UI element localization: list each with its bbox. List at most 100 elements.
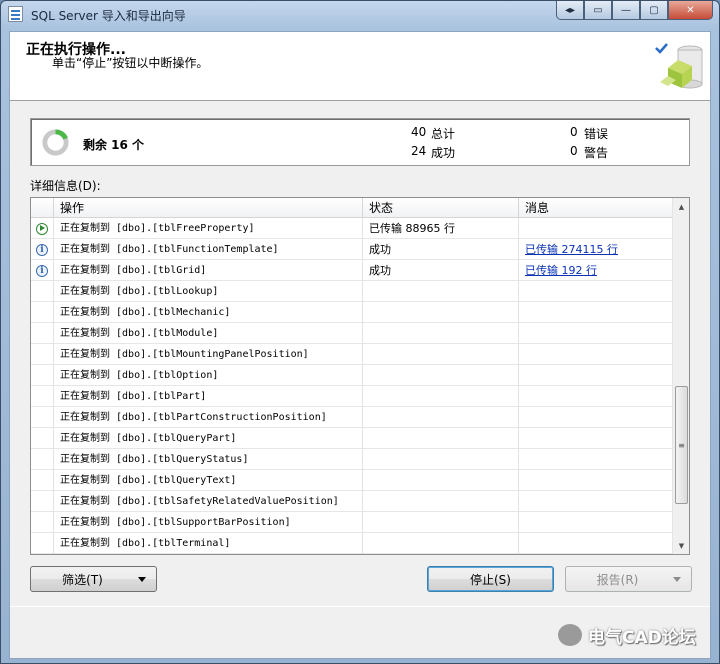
message-cell <box>519 449 673 470</box>
operation-cell: 正在复制到 [dbo].[tblFunctionTemplate] <box>54 239 363 260</box>
table-row[interactable]: 正在复制到 [dbo].[tblSupportBarPosition] <box>31 512 673 533</box>
table-row[interactable]: 正在复制到 [dbo].[tblOption] <box>31 365 673 386</box>
minimize-button[interactable]: — <box>612 1 640 20</box>
success-count: 24 <box>411 144 427 158</box>
operation-cell: 正在复制到 [dbo].[tblTerminal] <box>54 533 363 554</box>
row-icon-cell <box>31 533 54 554</box>
table-row[interactable]: 正在复制到 [dbo].[tblQueryText] <box>31 470 673 491</box>
message-cell <box>519 491 673 512</box>
status-cell <box>363 428 519 449</box>
scroll-down-arrow-icon[interactable]: ▼ <box>673 537 689 554</box>
status-cell <box>363 533 519 554</box>
footer-divider <box>10 606 710 607</box>
vertical-scrollbar[interactable]: ▲ ≡ ▼ <box>672 198 689 554</box>
success-label: 成功 <box>431 146 456 160</box>
status-cell <box>363 491 519 512</box>
table-row[interactable]: 正在复制到 [dbo].[tblQueryStatus] <box>31 449 673 470</box>
wizard-window: SQL Server 导入和导出向导 ◂▸ ▭ — ▢ ✕ 正在执行操作... … <box>0 0 720 664</box>
grid-header: 操作 状态 消息 <box>31 198 673 218</box>
table-row[interactable]: 正在复制到 [dbo].[tblPart] <box>31 386 673 407</box>
table-row[interactable]: 正在复制到 [dbo].[tblMechanic] <box>31 302 673 323</box>
message-cell <box>519 407 673 428</box>
details-grid[interactable]: 操作 状态 消息 正在复制到 [dbo].[tblFreeProperty] 已传… <box>30 197 690 555</box>
operation-cell: 正在复制到 [dbo].[tblGrid] <box>54 260 363 281</box>
message-cell <box>519 512 673 533</box>
help-icon[interactable]: ▭ <box>584 1 612 20</box>
stop-button-label: 停止(S) <box>470 572 511 587</box>
operation-cell: 正在复制到 [dbo].[tblQueryStatus] <box>54 449 363 470</box>
filter-button[interactable]: 筛选(T) <box>30 566 157 592</box>
operation-cell: 正在复制到 [dbo].[tblOption] <box>54 365 363 386</box>
remaining-count: 剩余 16 个 <box>83 138 145 152</box>
row-icon-cell <box>31 449 54 470</box>
status-cell <box>363 449 519 470</box>
message-cell <box>519 365 673 386</box>
operation-cell: 正在复制到 [dbo].[tblPart] <box>54 386 363 407</box>
warning-count: 0 <box>570 144 578 158</box>
message-cell <box>519 218 673 239</box>
header-icon-column <box>31 198 54 218</box>
maximize-button[interactable]: ▢ <box>640 1 668 20</box>
operation-cell: 正在复制到 [dbo].[tblMountingPanelPosition] <box>54 344 363 365</box>
running-icon <box>36 222 48 235</box>
operation-cell: 正在复制到 [dbo].[tblPartConstructionPosition… <box>54 407 363 428</box>
warning-label: 警告 <box>584 146 609 160</box>
total-count: 40 <box>411 125 427 139</box>
message-cell: 已传输 192 行 <box>519 260 673 281</box>
table-row[interactable]: 正在复制到 [dbo].[tblMountingPanelPosition] <box>31 344 673 365</box>
status-cell <box>363 365 519 386</box>
table-row[interactable]: i 正在复制到 [dbo].[tblFunctionTemplate] 成功 已传输 … <box>31 239 673 260</box>
table-row[interactable]: 正在复制到 [dbo].[tblQueryPart] <box>31 428 673 449</box>
row-icon-cell <box>31 344 54 365</box>
status-cell <box>363 512 519 533</box>
status-cell <box>363 470 519 491</box>
wechat-logo-icon <box>558 624 582 646</box>
row-icon-cell <box>31 491 54 512</box>
column-header-operation[interactable]: 操作 <box>54 198 363 218</box>
grid-rows: 正在复制到 [dbo].[tblFreeProperty] 已传输 88965 行… <box>31 218 673 554</box>
message-cell <box>519 533 673 554</box>
table-row[interactable]: 正在复制到 [dbo].[tblLookup] <box>31 281 673 302</box>
operation-cell: 正在复制到 [dbo].[tblSafetyRelatedValuePositi… <box>54 491 363 512</box>
table-row[interactable]: i 正在复制到 [dbo].[tblGrid] 成功 已传输 192 行 <box>31 260 673 281</box>
table-row[interactable]: 正在复制到 [dbo].[tblFreeProperty] 已传输 88965 行 <box>31 218 673 239</box>
error-count: 0 <box>570 125 578 139</box>
operation-cell: 正在复制到 [dbo].[tblModule] <box>54 323 363 344</box>
row-icon-cell <box>31 512 54 533</box>
title-bar[interactable]: SQL Server 导入和导出向导 ◂▸ ▭ — ▢ ✕ <box>1 1 719 27</box>
scrollbar-thumb[interactable]: ≡ <box>675 386 688 504</box>
error-label: 错误 <box>584 127 609 141</box>
status-cell: 成功 <box>363 260 519 281</box>
table-row[interactable]: 正在复制到 [dbo].[tblTerminal] <box>31 533 673 554</box>
scroll-up-arrow-icon[interactable]: ▲ <box>673 198 689 215</box>
column-header-status[interactable]: 状态 <box>363 198 519 218</box>
close-button[interactable]: ✕ <box>668 1 713 20</box>
total-label: 总计 <box>431 127 456 141</box>
row-icon-cell <box>31 323 54 344</box>
row-icon-cell <box>31 281 54 302</box>
table-row[interactable]: 正在复制到 [dbo].[tblModule] <box>31 323 673 344</box>
table-row[interactable]: 正在复制到 [dbo].[tblSafetyRelatedValuePositi… <box>31 491 673 512</box>
watermark-text: 电气CAD论坛 <box>588 627 696 648</box>
row-icon-cell <box>31 386 54 407</box>
report-button[interactable]: 报告(R) <box>565 566 692 592</box>
message-link[interactable]: 已传输 274115 行 <box>525 243 618 256</box>
column-header-message[interactable]: 消息 <box>519 198 673 218</box>
info-icon: i <box>36 243 48 256</box>
status-cell <box>363 344 519 365</box>
message-cell <box>519 344 673 365</box>
stop-button[interactable]: 停止(S) <box>427 566 554 592</box>
message-cell: 已传输 274115 行 <box>519 239 673 260</box>
status-cell <box>363 386 519 407</box>
status-cell: 已传输 88965 行 <box>363 218 519 239</box>
restore-icon[interactable]: ◂▸ <box>556 1 584 20</box>
filter-button-label: 筛选(T) <box>62 572 103 587</box>
table-row[interactable]: 正在复制到 [dbo].[tblPartConstructionPosition… <box>31 407 673 428</box>
status-cell <box>363 407 519 428</box>
row-icon-cell <box>31 428 54 449</box>
progress-summary: 剩余 16 个 40 总计 24 成功 0 错误 0 警告 <box>30 118 690 166</box>
message-cell <box>519 428 673 449</box>
watermark: 电气CAD论坛 <box>558 620 708 650</box>
progress-spinner-icon <box>42 129 69 156</box>
message-link[interactable]: 已传输 192 行 <box>525 264 597 277</box>
